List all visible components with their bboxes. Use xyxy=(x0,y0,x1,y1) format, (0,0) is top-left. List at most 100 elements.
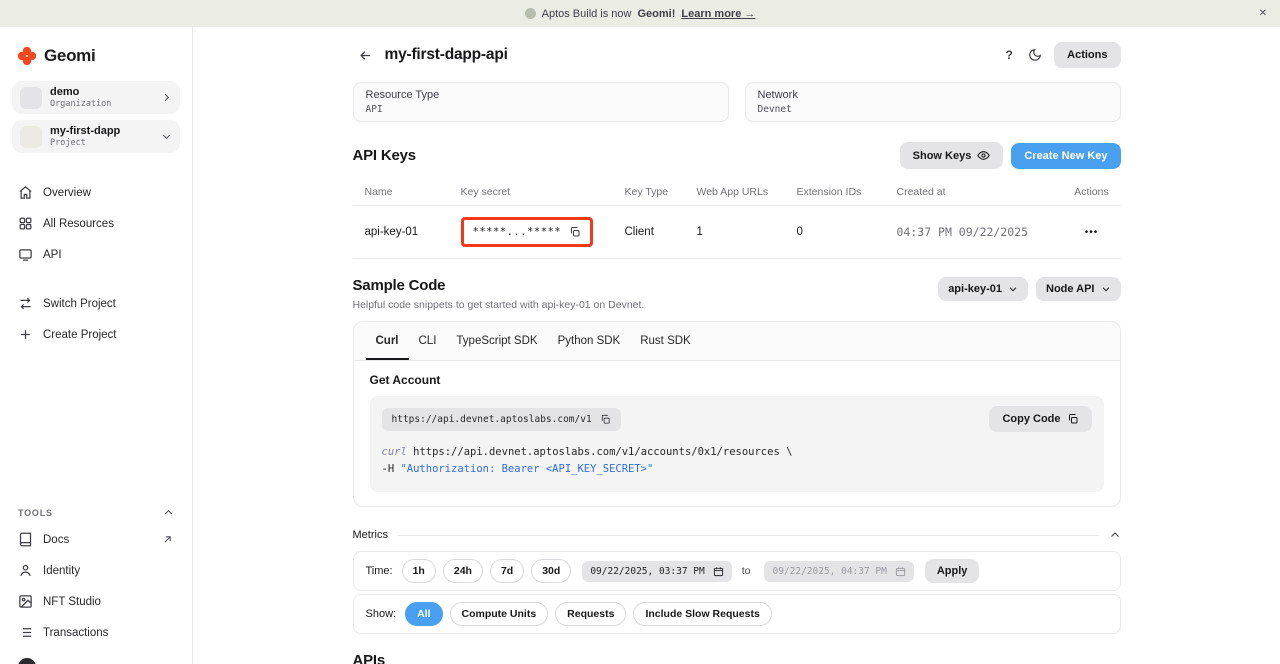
datetime-from-input[interactable]: 09/22/2025, 03:37 PM xyxy=(582,561,731,582)
banner-close-icon[interactable]: ✕ xyxy=(1259,9,1267,19)
endpoint-chip[interactable]: https://api.devnet.aptoslabs.com/v1 xyxy=(382,408,621,431)
code-panel: https://api.devnet.aptoslabs.com/v1 Copy… xyxy=(370,396,1104,492)
table-row: api-key-01 *****...***** Client 1 0 04:3… xyxy=(353,206,1121,259)
range-7d-button[interactable]: 7d xyxy=(490,559,524,583)
sidebar-project-actions: Switch Project Create Project xyxy=(12,288,180,350)
eye-icon xyxy=(977,149,990,162)
create-new-key-button[interactable]: Create New Key xyxy=(1011,143,1120,169)
tools-header[interactable]: TOOLS xyxy=(12,503,180,524)
sidebar-item-docs[interactable]: Docs xyxy=(12,524,180,555)
api-select-dropdown[interactable]: Node API xyxy=(1036,277,1121,301)
range-24h-button[interactable]: 24h xyxy=(443,559,483,583)
sidebar: Geomi demo Organization my-first-dapp Pr… xyxy=(0,27,193,664)
arrow-left-icon xyxy=(358,48,373,63)
tab-python-sdk[interactable]: Python SDK xyxy=(548,322,631,360)
network-card: Network Devnet xyxy=(745,82,1121,122)
sidebar-item-api[interactable]: API xyxy=(12,239,180,270)
resource-type-value: API xyxy=(366,104,716,115)
apis-title: APIs xyxy=(353,652,1121,664)
tab-cli[interactable]: CLI xyxy=(409,322,447,360)
account-menu[interactable] xyxy=(12,648,180,664)
learn-more-link[interactable]: Learn more → xyxy=(681,8,755,20)
divider xyxy=(398,535,1099,536)
created-at: 04:37 PM 09/22/2025 xyxy=(885,214,1063,250)
org-selector[interactable]: demo Organization xyxy=(12,81,180,114)
main-area: my-first-dapp-api ? Actions Resource Typ… xyxy=(193,27,1280,664)
show-requests-button[interactable]: Requests xyxy=(555,602,626,626)
sidebar-item-identity[interactable]: Identity xyxy=(12,555,180,586)
tab-rust-sdk[interactable]: Rust SDK xyxy=(630,322,701,360)
help-button[interactable]: ? xyxy=(996,42,1022,68)
column-header: Name xyxy=(353,179,449,205)
sample-code-title: Sample Code xyxy=(353,277,645,294)
network-value: Devnet xyxy=(758,104,1108,115)
sidebar-item-label: Overview xyxy=(43,187,91,199)
datetime-to-input[interactable]: 09/22/2025, 04:37 PM xyxy=(764,561,913,582)
copy-icon xyxy=(1067,413,1079,425)
key-select-dropdown[interactable]: api-key-01 xyxy=(938,277,1028,301)
include-slow-requests-button[interactable]: Include Slow Requests xyxy=(633,602,771,626)
row-actions-menu[interactable]: ••• xyxy=(1063,216,1121,249)
sample-code-header: Sample Code Helpful code snippets to get… xyxy=(353,277,1121,311)
endpoint-url: https://api.devnet.aptoslabs.com/v1 xyxy=(392,414,592,425)
back-button[interactable] xyxy=(353,42,379,68)
sidebar-item-label: Create Project xyxy=(43,329,117,341)
org-avatar xyxy=(20,87,42,109)
code-line2-flag: -H xyxy=(382,463,401,475)
project-selector[interactable]: my-first-dapp Project xyxy=(12,120,180,153)
key-secret-value: *****...***** xyxy=(473,226,562,238)
switch-project-button[interactable]: Switch Project xyxy=(12,288,180,319)
show-keys-button[interactable]: Show Keys xyxy=(900,142,1004,169)
monitor-icon xyxy=(18,247,33,262)
page-header: my-first-dapp-api ? Actions xyxy=(353,40,1121,70)
tab-curl[interactable]: Curl xyxy=(366,322,409,360)
show-compute-units-button[interactable]: Compute Units xyxy=(450,602,549,626)
list-icon xyxy=(18,625,33,640)
home-icon xyxy=(18,185,33,200)
code-line1: https://api.devnet.aptoslabs.com/v1/acco… xyxy=(407,446,793,458)
project-type-label: Project xyxy=(50,138,153,148)
copy-code-button[interactable]: Copy Code xyxy=(989,406,1091,432)
snippet-title: Get Account xyxy=(370,373,1104,387)
show-label: Show: xyxy=(366,608,397,620)
account-avatar xyxy=(18,658,36,664)
chevron-up-icon xyxy=(163,507,174,518)
apply-button[interactable]: Apply xyxy=(925,559,980,583)
sidebar-item-all-resources[interactable]: All Resources xyxy=(12,208,180,239)
tab-typescript-sdk[interactable]: TypeScript SDK xyxy=(446,322,547,360)
column-header: Created at xyxy=(885,179,1063,205)
resource-info: Resource Type API Network Devnet xyxy=(353,82,1121,122)
sidebar-item-label: API xyxy=(43,249,62,261)
key-secret-highlighted[interactable]: *****...***** xyxy=(461,217,594,247)
sidebar-tools: TOOLS Docs Identity NFT Studio xyxy=(12,503,180,664)
theme-toggle-button[interactable] xyxy=(1022,42,1048,68)
range-1h-button[interactable]: 1h xyxy=(402,559,436,583)
actions-button[interactable]: Actions xyxy=(1054,42,1120,68)
page-title: my-first-dapp-api xyxy=(385,46,508,64)
brand-logo[interactable]: Geomi xyxy=(12,39,180,81)
sidebar-item-overview[interactable]: Overview xyxy=(12,177,180,208)
project-name: my-first-dapp xyxy=(50,125,153,137)
external-link-icon xyxy=(161,533,174,546)
brand-name: Geomi xyxy=(44,46,95,66)
column-header: Extension IDs xyxy=(785,179,885,205)
identity-person-icon xyxy=(18,563,33,578)
create-project-button[interactable]: Create Project xyxy=(12,319,180,350)
book-icon xyxy=(18,532,33,547)
chevron-up-icon[interactable] xyxy=(1109,529,1121,541)
range-30d-button[interactable]: 30d xyxy=(531,559,571,583)
sidebar-item-transactions[interactable]: Transactions xyxy=(12,617,180,648)
resource-type-card: Resource Type API xyxy=(353,82,729,122)
copy-icon[interactable] xyxy=(600,414,611,425)
copy-icon[interactable] xyxy=(569,226,581,238)
time-label: Time: xyxy=(366,565,393,577)
api-keys-title: API Keys xyxy=(353,147,416,164)
sample-code-card: Curl CLI TypeScript SDK Python SDK Rust … xyxy=(353,321,1121,507)
time-filter-bar: Time: 1h 24h 7d 30d 09/22/2025, 03:37 PM… xyxy=(353,551,1121,591)
network-label: Network xyxy=(758,89,1108,101)
sidebar-item-nft-studio[interactable]: NFT Studio xyxy=(12,586,180,617)
show-all-button[interactable]: All xyxy=(405,602,442,626)
app-body: Geomi demo Organization my-first-dapp Pr… xyxy=(0,27,1280,664)
metrics-section-header[interactable]: Metrics xyxy=(353,529,1121,541)
key-type: Client xyxy=(613,215,685,249)
